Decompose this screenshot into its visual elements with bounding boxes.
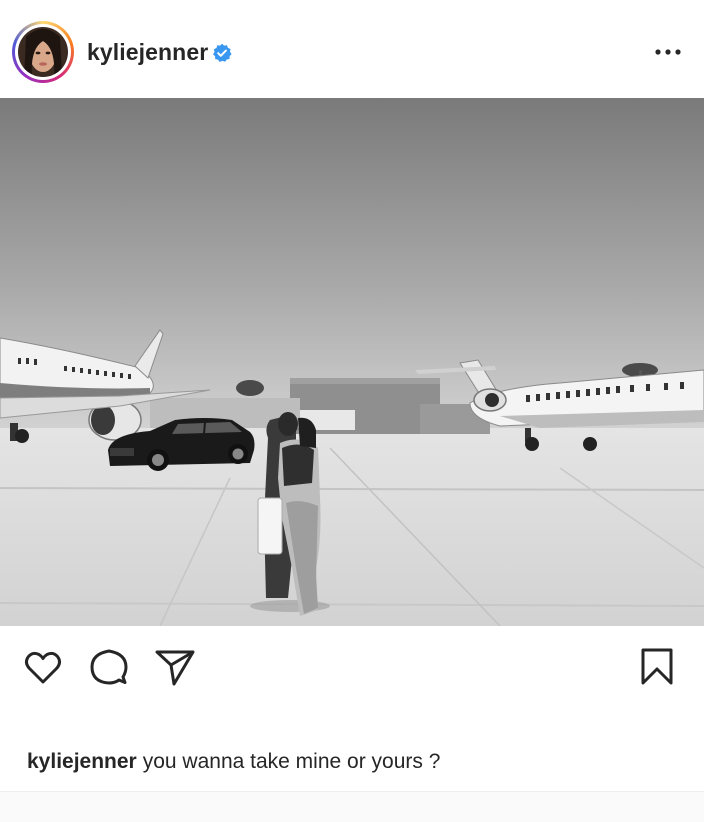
bookmark-icon — [641, 648, 673, 685]
like-button[interactable] — [22, 646, 64, 688]
comment-bubble-icon — [90, 649, 128, 685]
bottom-divider — [0, 791, 704, 822]
more-options-icon — [655, 49, 661, 55]
more-options-button[interactable] — [650, 40, 686, 64]
caption-text: you wanna take mine or yours ? — [142, 750, 441, 773]
post-caption: kyliejenner you wanna take mine or yours … — [27, 750, 440, 774]
avatar-image — [18, 27, 68, 77]
paper-plane-icon — [155, 650, 195, 686]
post-header: kyliejenner — [0, 0, 704, 98]
post-actions — [0, 626, 704, 736]
verified-badge-icon — [213, 43, 232, 62]
post-image — [0, 98, 704, 626]
share-button[interactable] — [154, 646, 196, 688]
story-ring[interactable] — [12, 21, 74, 83]
save-button[interactable] — [636, 646, 678, 688]
caption-username[interactable]: kyliejenner — [27, 750, 137, 773]
post-photo[interactable] — [0, 98, 704, 626]
comment-button[interactable] — [88, 646, 130, 688]
post-username[interactable]: kyliejenner — [87, 39, 208, 66]
avatar[interactable] — [15, 24, 71, 80]
heart-icon — [25, 651, 61, 684]
